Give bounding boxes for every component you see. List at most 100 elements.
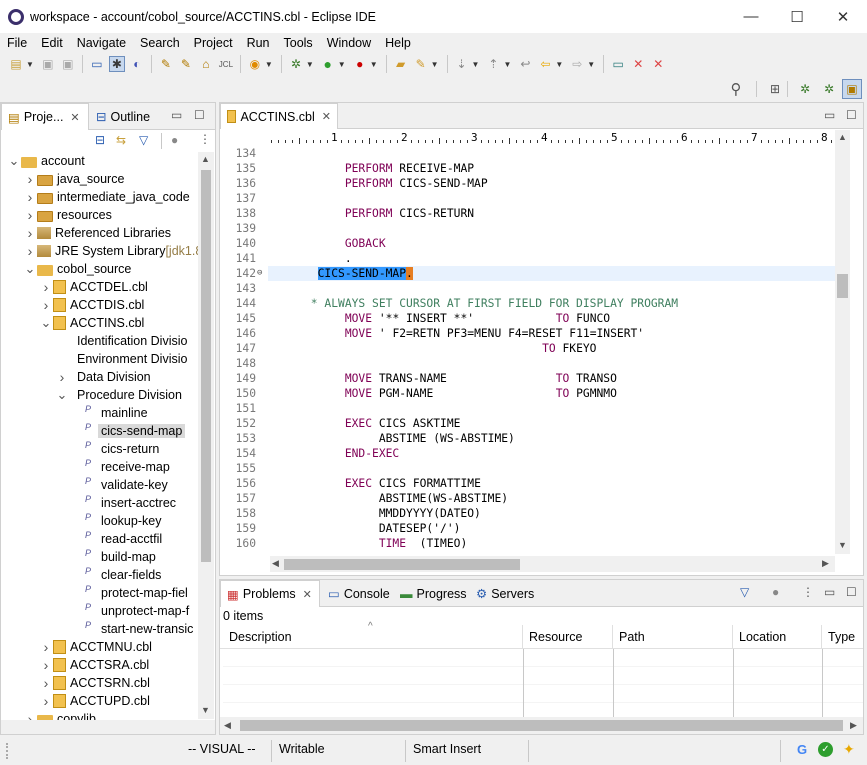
- column-location[interactable]: Location: [733, 625, 822, 649]
- debug-icon[interactable]: ✲: [288, 56, 304, 72]
- tree-item[interactable]: Preceive-map: [71, 458, 170, 476]
- tree-item[interactable]: Pcics-return: [71, 440, 159, 458]
- tree-item[interactable]: ⌄ cobol_source: [23, 260, 132, 278]
- close-icon[interactable]: ✕: [322, 110, 331, 123]
- new-icon[interactable]: ▤: [8, 56, 24, 72]
- forward-icon[interactable]: ⇨: [569, 56, 585, 72]
- tree-item[interactable]: Pvalidate-key: [71, 476, 168, 494]
- tab-problems[interactable]: ▦ Problems ✕: [220, 580, 320, 607]
- tree-item[interactable]: › ACCTSRA.cbl: [39, 656, 150, 674]
- tree-item[interactable]: ⌄ Procedure Division: [55, 386, 182, 404]
- minimize-view-icon[interactable]: ▭: [824, 108, 835, 122]
- minimize-button[interactable]: —: [728, 0, 774, 33]
- problems-horizontal-scrollbar[interactable]: ◀ ▶: [220, 717, 863, 734]
- pin-editor-icon[interactable]: ▭: [610, 56, 626, 72]
- toggle-breakpoints-icon[interactable]: ✱: [108, 56, 125, 72]
- menu-navigate[interactable]: Navigate: [70, 36, 133, 50]
- menu-tools[interactable]: Tools: [277, 36, 320, 50]
- chevron-right-icon[interactable]: ›: [39, 279, 53, 295]
- tree-item[interactable]: › Referenced Libraries: [23, 224, 171, 242]
- code-line[interactable]: MMDDYYYY(DATEO): [270, 507, 481, 520]
- scroll-left-icon[interactable]: ◀: [272, 558, 279, 569]
- next-annotation-icon[interactable]: ⇣: [454, 56, 470, 72]
- cobol-run-icon[interactable]: ✎: [158, 56, 174, 72]
- skip-breakpoints-icon[interactable]: ◐: [129, 56, 145, 72]
- tab-servers[interactable]: ⚙ Servers: [470, 580, 540, 607]
- view-menu-icon[interactable]: ⋮: [199, 132, 211, 146]
- link-editor-icon[interactable]: ⇆: [116, 133, 126, 147]
- tab-acctins-cbl[interactable]: ACCTINS.cbl ✕: [220, 103, 338, 129]
- code-line[interactable]: END-EXEC: [270, 447, 399, 460]
- cobol-package-icon[interactable]: ⌂: [198, 56, 214, 72]
- last-edit-icon[interactable]: ↩: [517, 56, 533, 72]
- code-line[interactable]: EXEC CICS FORMATTIME: [270, 477, 481, 490]
- code-line[interactable]: ABSTIME(WS-ABSTIME): [270, 492, 508, 505]
- maximize-button[interactable]: ☐: [774, 0, 820, 33]
- code-line[interactable]: * ALWAYS SET CURSOR AT FIRST FIELD FOR D…: [270, 297, 678, 310]
- editor-vertical-scrollbar[interactable]: ▲ ▼: [835, 130, 850, 554]
- scroll-up-icon[interactable]: ▲: [201, 154, 210, 164]
- tree-item[interactable]: Pmainline: [71, 404, 148, 422]
- tree-item[interactable]: › ACCTMNU.cbl: [39, 638, 152, 656]
- debug-stop-icon[interactable]: ✕: [630, 56, 646, 72]
- tree-item[interactable]: Pstart-new-transic: [71, 620, 193, 638]
- debug-perspective-icon[interactable]: ✲: [821, 81, 837, 97]
- external-tools-icon[interactable]: ●: [352, 56, 368, 72]
- terminal-icon[interactable]: ▭: [89, 56, 105, 72]
- tree-item[interactable]: › ACCTDIS.cbl: [39, 296, 145, 314]
- collapse-all-icon[interactable]: ⊟: [95, 133, 105, 147]
- tree-item[interactable]: › java_source: [23, 170, 125, 188]
- refresh-icon[interactable]: ◉: [247, 56, 263, 72]
- menu-window[interactable]: Window: [320, 36, 378, 50]
- tree-item[interactable]: › resources: [23, 206, 112, 224]
- maximize-view-icon[interactable]: ☐: [846, 585, 857, 599]
- google-icon[interactable]: G: [797, 742, 807, 757]
- code-line[interactable]: PERFORM CICS-RETURN: [270, 207, 474, 220]
- chevron-down-icon[interactable]: ⌄: [39, 316, 53, 329]
- scroll-left-icon[interactable]: ◀: [224, 720, 231, 731]
- filter-icon[interactable]: ▽: [740, 585, 749, 599]
- tree-item[interactable]: ⌄ ACCTINS.cbl: [39, 314, 144, 332]
- menu-project[interactable]: Project: [187, 36, 240, 50]
- chevron-right-icon[interactable]: ›: [23, 171, 37, 187]
- menu-help[interactable]: Help: [378, 36, 418, 50]
- tree-item[interactable]: Pclear-fields: [71, 566, 161, 584]
- fold-collapse-icon[interactable]: ⊖: [257, 268, 262, 278]
- chevron-down-icon[interactable]: ⌄: [55, 388, 69, 401]
- minimize-view-icon[interactable]: ▭: [824, 585, 835, 599]
- code-line[interactable]: MOVE TRANS-NAME TO TRANSO: [270, 372, 617, 385]
- code-line[interactable]: GOBACK: [270, 237, 386, 250]
- editor-horizontal-scrollbar[interactable]: ◀ ▶: [270, 556, 835, 572]
- check-icon[interactable]: ✓: [818, 742, 833, 757]
- menu-file[interactable]: File: [0, 36, 34, 50]
- chevron-right-icon[interactable]: ›: [39, 639, 53, 655]
- column-description[interactable]: Description ^: [223, 621, 523, 649]
- chevron-right-icon[interactable]: ›: [39, 693, 53, 709]
- search-tool-icon[interactable]: ✎: [413, 56, 429, 72]
- view-menu-icon[interactable]: ⋮: [802, 585, 814, 599]
- scroll-right-icon[interactable]: ▶: [850, 720, 857, 731]
- column-resource[interactable]: Resource: [523, 625, 613, 649]
- tree-item[interactable]: › ACCTSRN.cbl: [39, 674, 150, 692]
- open-perspective-icon[interactable]: ⊞: [767, 81, 783, 97]
- jcl-icon[interactable]: JCL: [218, 56, 234, 72]
- column-path[interactable]: Path: [613, 625, 733, 649]
- tree-item[interactable]: Pinsert-acctrec: [71, 494, 176, 512]
- maximize-view-icon[interactable]: ☐: [194, 108, 205, 122]
- close-button[interactable]: ✕: [820, 0, 866, 33]
- scroll-down-icon[interactable]: ▼: [201, 705, 210, 715]
- code-line[interactable]: EXEC CICS ASKTIME: [270, 417, 461, 430]
- save-icon[interactable]: ▣: [40, 56, 56, 72]
- menu-edit[interactable]: Edit: [34, 36, 70, 50]
- tree-item[interactable]: Pbuild-map: [71, 548, 156, 566]
- chevron-right-icon[interactable]: ›: [23, 207, 37, 223]
- code-line[interactable]: MOVE PGM-NAME TO PGMNMO: [270, 387, 617, 400]
- code-editor[interactable]: 134 135 PERFORM RECEIVE-MAP 136 PERFORM CI…: [220, 146, 835, 554]
- scroll-right-icon[interactable]: ▶: [822, 558, 829, 569]
- close-icon[interactable]: ✕: [303, 588, 312, 601]
- tree-item[interactable]: Pcics-send-map: [71, 422, 186, 440]
- search-icon[interactable]: ⚲: [728, 81, 744, 98]
- back-icon[interactable]: ⇦: [537, 56, 553, 72]
- code-line[interactable]: .: [270, 252, 352, 265]
- tree-item[interactable]: Punprotect-map-f: [71, 602, 189, 620]
